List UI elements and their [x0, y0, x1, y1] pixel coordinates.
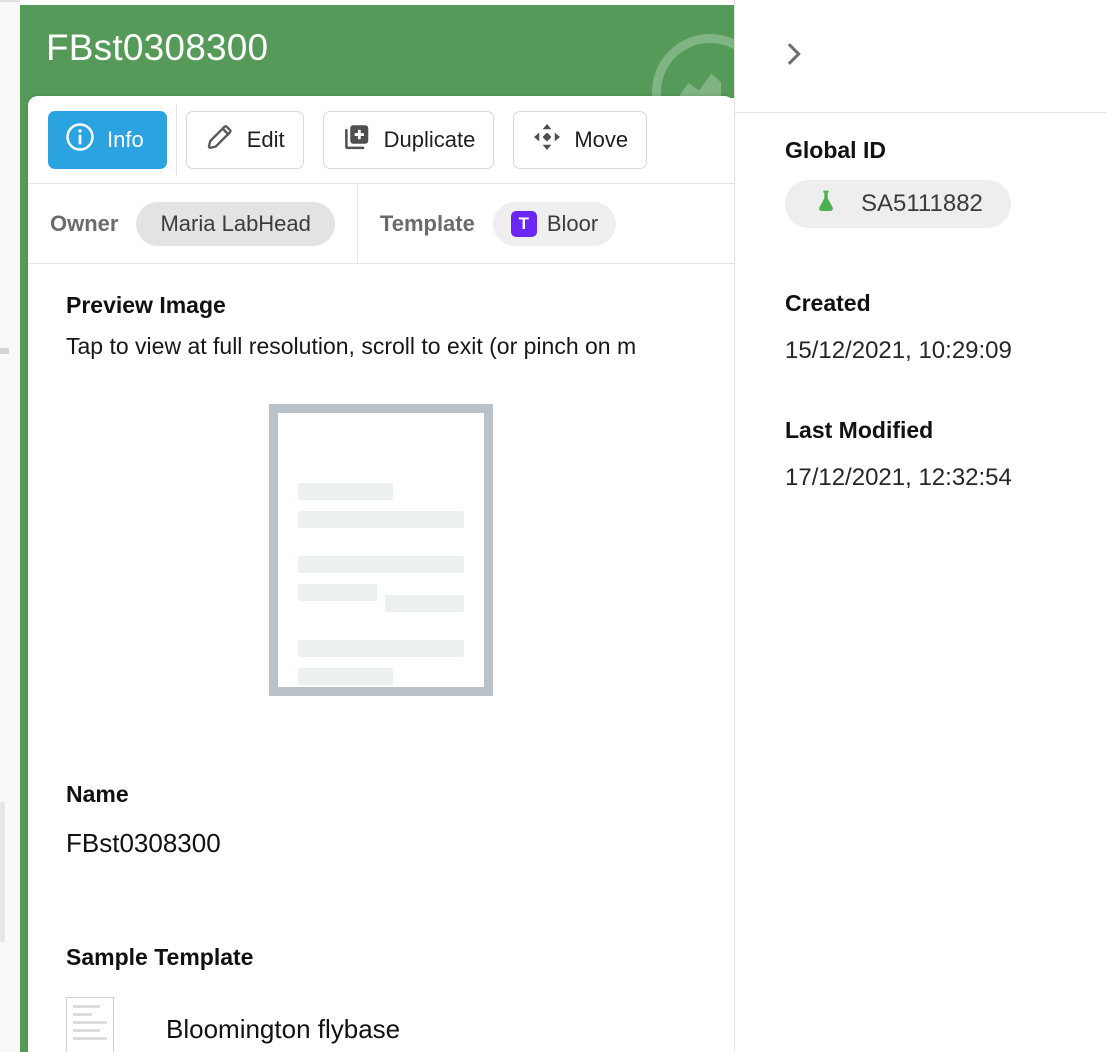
template-chip-label: Bloor: [546, 210, 599, 236]
created-value: 15/12/2021, 10:29:09: [785, 337, 1012, 364]
tab-info-label: Info: [107, 126, 144, 152]
move-button[interactable]: Move: [513, 110, 648, 169]
preview-image-hint: Tap to view at full resolution, scroll t…: [66, 333, 637, 359]
left-gutter: [0, 0, 20, 1052]
preview-image-area[interactable]: [66, 404, 696, 696]
info-side-panel: Global ID SA5111882 Created 15/12/2021, …: [734, 0, 1106, 1052]
flask-icon: [813, 188, 839, 221]
owner-label: Owner: [50, 210, 119, 236]
scrollbar-thumb[interactable]: [0, 802, 5, 942]
mountain-circle-logo-icon: [652, 34, 734, 98]
action-toolbar: Info Edit Duplicate Move: [28, 96, 734, 184]
info-panel-header: [735, 0, 1106, 113]
global-id-value: SA5111882: [861, 190, 983, 217]
global-id-chip[interactable]: SA5111882: [785, 180, 1011, 228]
document-placeholder-icon: [269, 404, 493, 696]
detail-body: Preview Image Tap to view at full resolu…: [28, 265, 734, 1052]
tab-info[interactable]: Info: [48, 110, 167, 169]
duplicate-button[interactable]: Duplicate: [322, 110, 495, 169]
collapse-panel-button[interactable]: [777, 39, 811, 73]
content-card: Info Edit Duplicate Move Owner Maria Lab…: [28, 96, 734, 1052]
template-badge-icon: T: [510, 210, 537, 237]
created-block: Created 15/12/2021, 10:29:09: [785, 290, 1056, 365]
metadata-row: Owner Maria LabHead Template T Bloor: [28, 183, 734, 264]
info-circle-icon: [65, 122, 95, 158]
duplicate-button-label: Duplicate: [383, 126, 476, 152]
move-button-label: Move: [574, 126, 629, 152]
owner-chip[interactable]: Maria LabHead: [136, 201, 335, 246]
name-field-value: FBst0308300: [66, 828, 221, 858]
page-header: FBst0308300: [20, 5, 734, 98]
document-thumbnail-icon: [66, 997, 114, 1052]
last-modified-block: Last Modified 17/12/2021, 12:32:54: [785, 417, 1056, 492]
app-root: FBst0308300 Info Edit Duplicate Move Own…: [0, 0, 1106, 1052]
sample-template-title: Sample Template: [66, 944, 254, 970]
last-modified-value: 17/12/2021, 12:32:54: [785, 464, 1012, 491]
template-label: Template: [379, 210, 475, 236]
main-panel: FBst0308300 Info Edit Duplicate Move Own…: [20, 0, 734, 1052]
info-panel-body: Global ID SA5111882 Created 15/12/2021, …: [735, 113, 1106, 492]
owner-cell: Owner Maria LabHead: [28, 184, 357, 264]
global-id-block: Global ID SA5111882: [785, 137, 1056, 228]
page-title: FBst0308300: [46, 27, 269, 68]
created-label: Created: [785, 290, 871, 316]
pencil-icon: [205, 122, 235, 158]
edit-button-label: Edit: [246, 126, 285, 152]
name-field-title: Name: [66, 781, 129, 807]
copy-plus-icon: [342, 122, 372, 158]
preview-image-title: Preview Image: [66, 292, 226, 318]
template-chip[interactable]: T Bloor: [492, 201, 617, 246]
global-id-label: Global ID: [785, 137, 886, 163]
chevron-right-icon: [780, 40, 808, 73]
edit-button[interactable]: Edit: [185, 110, 304, 169]
four-way-arrows-icon: [532, 122, 562, 158]
sample-template-entry-name: Bloomington flybase: [166, 1014, 401, 1044]
scroll-indicator-tick[interactable]: [0, 348, 9, 354]
last-modified-label: Last Modified: [785, 417, 934, 443]
sample-template-entry[interactable]: Bloomington flybase: [66, 997, 696, 1052]
toolbar-divider: [175, 103, 177, 176]
template-cell: Template T Bloor: [356, 183, 638, 264]
